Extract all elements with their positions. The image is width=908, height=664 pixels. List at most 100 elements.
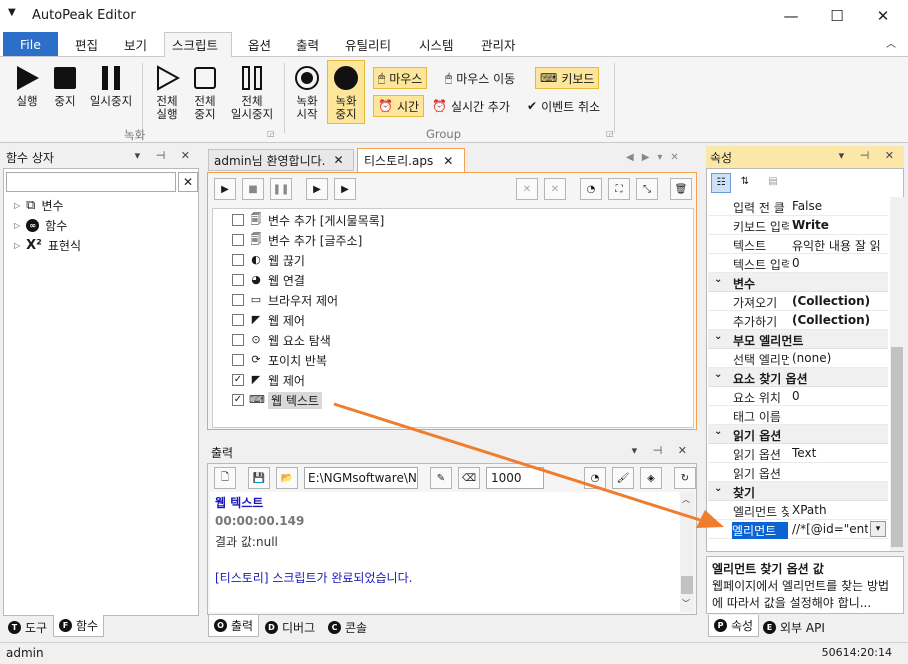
mouse-move-toggle[interactable]: 🖱 마우스 이동 xyxy=(441,67,519,89)
menu-utility[interactable]: 유틸리티 xyxy=(345,35,391,54)
property-category[interactable]: ⌄ 부모 엘리먼트 xyxy=(708,330,888,349)
row-checkbox[interactable] xyxy=(232,234,244,246)
doc-tab-script[interactable]: 티스토리.aps ✕ xyxy=(357,148,465,172)
output-open-folder-button[interactable]: 📂 xyxy=(276,467,298,489)
editor-step-over-button[interactable]: ▶ xyxy=(334,178,356,200)
editor-timer-button[interactable]: ◔ xyxy=(580,178,602,200)
property-row[interactable]: 가져오기 (Collection) xyxy=(708,292,888,311)
app-menu-icon[interactable]: ▼ xyxy=(8,7,16,18)
menu-edit[interactable]: 편집 xyxy=(75,35,98,54)
property-pages-button[interactable]: ▤ xyxy=(763,173,783,193)
file-menu-button[interactable]: File xyxy=(3,32,58,56)
collapse-ribbon-icon[interactable]: ︿ xyxy=(886,35,896,50)
tab-scroll-controls[interactable]: ◀▶▾✕ xyxy=(626,152,687,163)
dialog-launcher-icon[interactable]: ◲ xyxy=(606,129,614,138)
property-row[interactable]: 요소 위치 0 xyxy=(708,387,888,406)
mouse-record-toggle[interactable]: 🖱 마우스 xyxy=(373,67,428,89)
tab-external-api[interactable]: E 외부 API xyxy=(758,616,830,638)
editor-trash-button[interactable]: 🗑 xyxy=(670,178,692,200)
scroll-thumb[interactable] xyxy=(891,347,903,547)
property-row[interactable]: 입력 전 클 False xyxy=(708,197,888,216)
property-value[interactable]: (none) xyxy=(792,351,888,365)
expand-arrow-icon[interactable]: ▷ xyxy=(14,241,20,250)
editor-stop-button[interactable]: ■ xyxy=(242,178,264,200)
tab-properties[interactable]: P 속성 xyxy=(708,615,760,637)
property-value[interactable]: 0 xyxy=(792,389,888,403)
property-row[interactable]: 텍스트 입력 0 xyxy=(708,254,888,273)
row-checkbox[interactable] xyxy=(232,214,244,226)
property-value[interactable]: False xyxy=(792,199,888,213)
event-cancel-toggle[interactable]: ✔ 이벤트 취소 xyxy=(523,95,604,117)
property-row[interactable]: 선택 엘리먼 (none) xyxy=(708,349,888,368)
script-row[interactable]: ◕ 웹 연결 xyxy=(232,271,305,289)
property-value[interactable]: (Collection) xyxy=(792,294,888,308)
collapse-chevron-icon[interactable]: ⌄ xyxy=(714,274,722,285)
editor-collapse-button[interactable]: ⤡ xyxy=(636,178,658,200)
row-checkbox[interactable] xyxy=(232,294,244,306)
menu-view[interactable]: 보기 xyxy=(124,35,147,54)
script-row[interactable]: ✓ ◤ 웹 제어 xyxy=(232,371,305,389)
output-fill-button[interactable]: ◈ xyxy=(640,467,662,489)
script-row[interactable]: ◤ 웹 제어 xyxy=(232,311,305,329)
clear-search-button[interactable]: ✕ xyxy=(178,172,198,192)
property-row[interactable]: 추가하기 (Collection) xyxy=(708,311,888,330)
menu-admin[interactable]: 관리자 xyxy=(481,35,516,54)
row-checkbox[interactable]: ✓ xyxy=(232,394,244,406)
collapse-chevron-icon[interactable]: ⌄ xyxy=(714,331,722,342)
row-checkbox[interactable]: ✓ xyxy=(232,374,244,386)
dialog-launcher-icon[interactable]: ◲ xyxy=(267,129,275,138)
categorized-view-button[interactable]: ☷ xyxy=(711,173,731,193)
doc-tab-welcome[interactable]: admin님 환영합니다. ✕ xyxy=(208,149,354,171)
output-brush-button[interactable]: 🖌 xyxy=(612,467,634,489)
output-refresh-button[interactable]: ↻ xyxy=(674,467,696,489)
output-line-count-field[interactable]: 1000 xyxy=(486,467,544,489)
output-timer-button[interactable]: ◔ xyxy=(584,467,606,489)
property-category[interactable]: ⌄ 변수 xyxy=(708,273,888,292)
minimize-button[interactable]: — xyxy=(768,0,814,31)
record-stop-button[interactable]: 녹화 중지 xyxy=(327,60,365,124)
panel-controls[interactable]: ▾ ⊣ ✕ xyxy=(135,149,196,162)
property-value[interactable]: Write xyxy=(792,218,888,232)
output-scrollbar[interactable]: ︿ ﹀ xyxy=(680,492,694,612)
output-path-field[interactable]: E:\NGMsoftware\NG xyxy=(304,467,418,489)
tab-tools[interactable]: T 도구 xyxy=(3,616,52,638)
output-clean-button[interactable]: ✎ xyxy=(430,467,452,489)
realtime-add-toggle[interactable]: ⏰ 실시간 추가 xyxy=(428,95,514,117)
tab-functions[interactable]: F 함수 xyxy=(53,615,105,637)
property-category[interactable]: ⌄ 읽기 옵션 xyxy=(708,425,888,444)
script-row[interactable]: ⊙ 웹 요소 탐색 xyxy=(232,331,331,349)
close-button[interactable]: ✕ xyxy=(860,0,906,31)
script-row[interactable]: 🗐 변수 추가 [게시물목록] xyxy=(232,211,384,229)
collapse-chevron-icon[interactable]: ⌄ xyxy=(714,426,722,437)
collapse-chevron-icon[interactable]: ⌄ xyxy=(714,483,722,494)
property-value[interactable]: Text xyxy=(792,446,888,460)
property-row[interactable]: 텍스트 유익한 내용 잘 읽 xyxy=(708,235,888,254)
row-checkbox[interactable] xyxy=(232,274,244,286)
menu-output[interactable]: 출력 xyxy=(296,35,319,54)
pause-button[interactable]: 일시중지 xyxy=(86,65,136,108)
dropdown-arrow-icon[interactable]: ▾ xyxy=(870,521,886,537)
collapse-chevron-icon[interactable]: ⌄ xyxy=(714,369,722,380)
script-row[interactable]: ▭ 브라우저 제어 xyxy=(232,291,338,309)
stop-all-button[interactable]: 전체 중지 xyxy=(186,65,224,121)
property-category[interactable]: ⌄ 요소 찾기 옵션 xyxy=(708,368,888,387)
script-row[interactable]: ⟳ 포이치 반복 xyxy=(232,351,327,369)
properties-scrollbar[interactable] xyxy=(890,197,904,551)
property-value[interactable]: //*[@id="ent xyxy=(792,522,868,536)
row-checkbox[interactable] xyxy=(232,314,244,326)
keyboard-record-toggle[interactable]: ⌨ 키보드 xyxy=(535,67,600,89)
run-all-button[interactable]: 전체 실행 xyxy=(148,65,186,121)
menu-options[interactable]: 옵션 xyxy=(248,35,271,54)
property-row[interactable]: 읽기 옵션 Text xyxy=(708,444,888,463)
property-row[interactable]: 엘리먼트 찾 XPath xyxy=(708,501,888,520)
tab-console[interactable]: C 콘솔 xyxy=(323,616,372,638)
tab-output[interactable]: O 출력 xyxy=(208,615,260,637)
editor-expand-button[interactable]: ⛶ xyxy=(608,178,630,200)
tree-item-expressions[interactable]: ▷ X² 표현식 xyxy=(14,237,81,254)
editor-pause-button[interactable]: ❚❚ xyxy=(270,178,292,200)
output-new-button[interactable]: 🗋 xyxy=(214,467,236,489)
tree-item-functions[interactable]: ▷ ∞ 함수 xyxy=(14,217,67,234)
pause-all-button[interactable]: 전체 일시중지 xyxy=(226,65,278,121)
maximize-button[interactable]: ☐ xyxy=(814,0,860,31)
property-row[interactable]: 태그 이름 xyxy=(708,406,888,425)
